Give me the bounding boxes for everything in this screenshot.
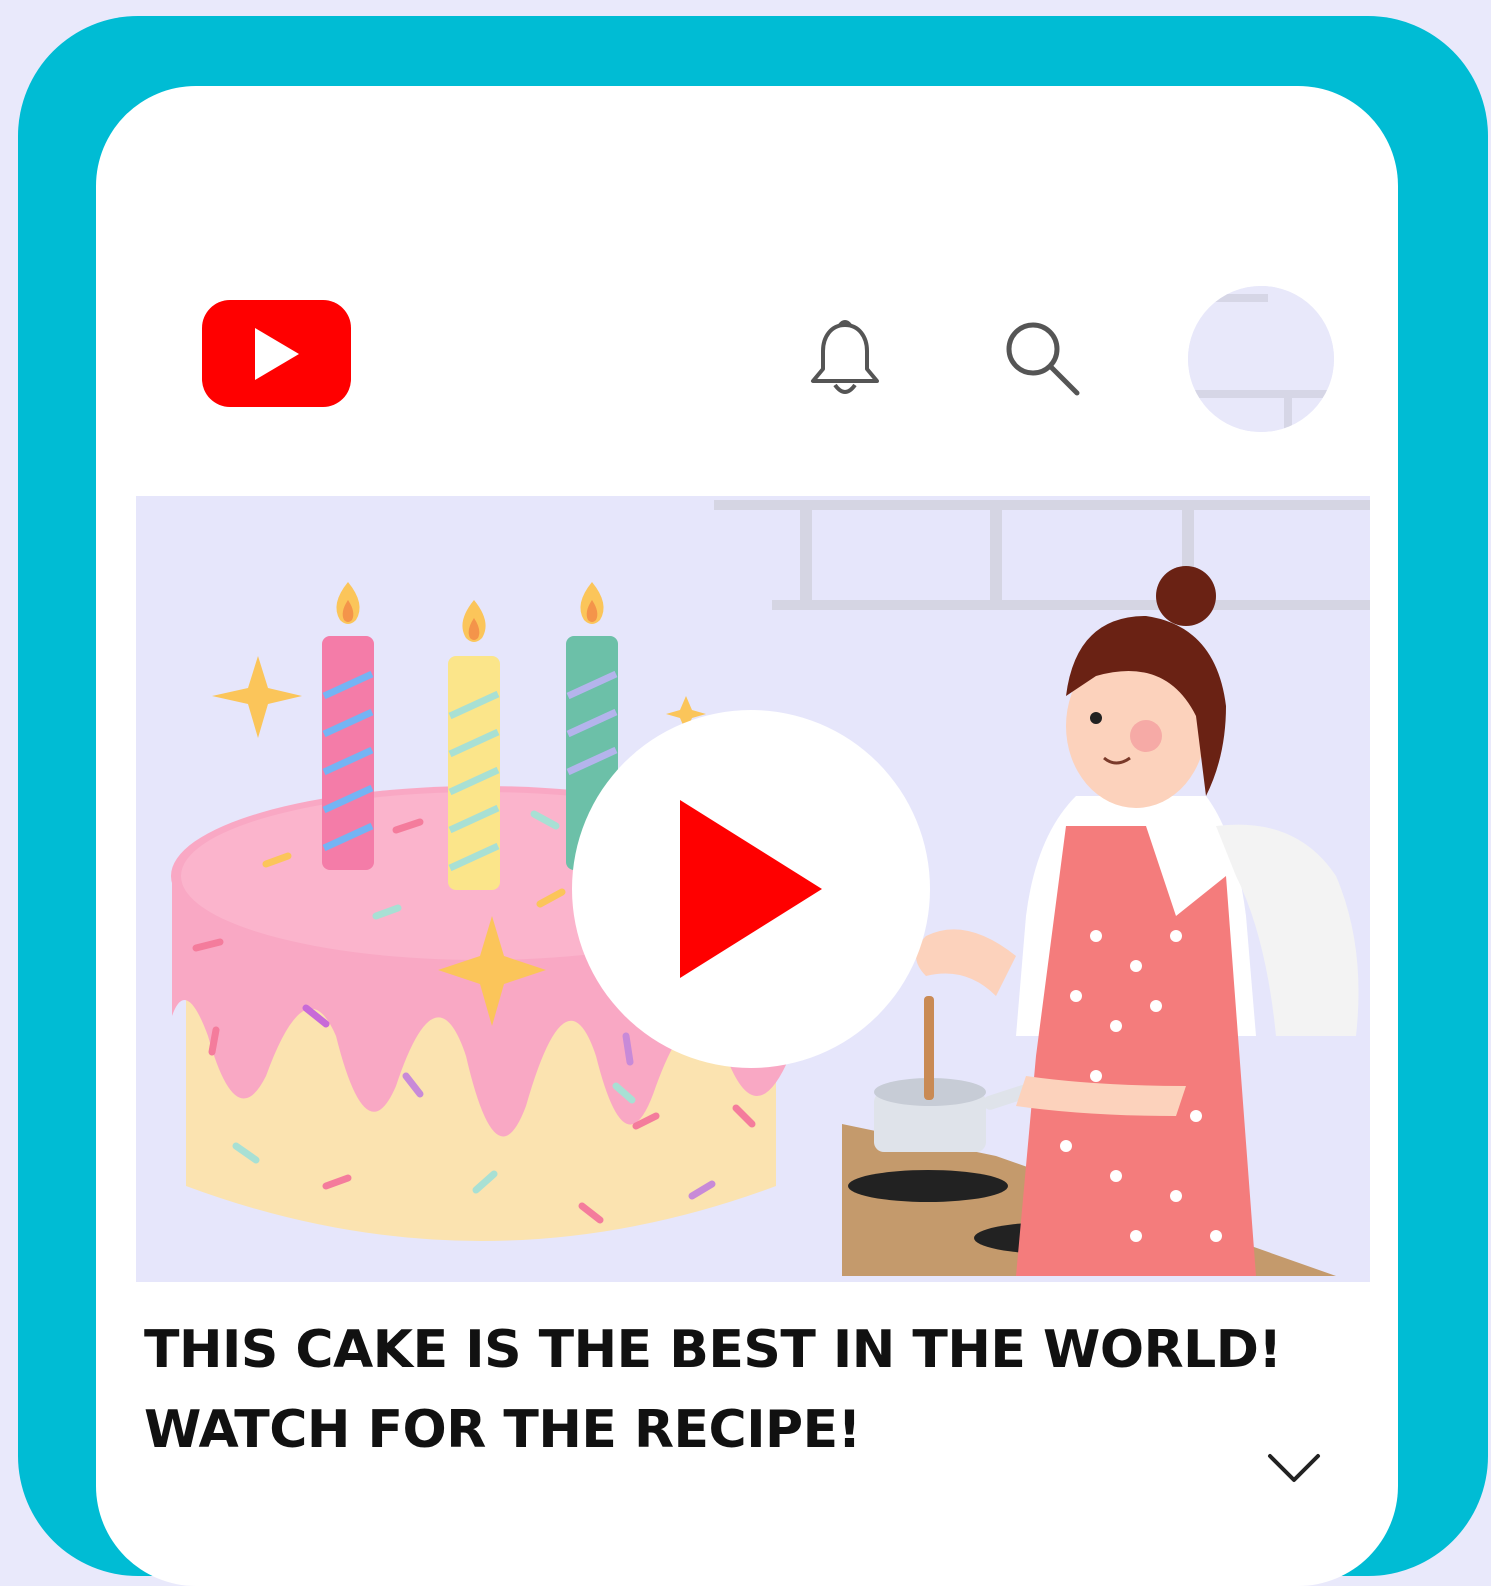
avatar[interactable] — [1188, 286, 1334, 432]
play-video-button[interactable] — [572, 710, 930, 1068]
search-button[interactable] — [998, 314, 1088, 404]
video-title-line-2: WATCH FOR THE RECIPE! — [144, 1400, 861, 1460]
chevron-down-icon[interactable] — [1266, 1448, 1322, 1486]
video-title-line-1: THIS CAKE IS THE BEST IN THE WORLD! — [144, 1320, 1282, 1380]
play-button-icon — [254, 327, 299, 380]
search-icon — [1006, 322, 1080, 396]
video-title[interactable]: THIS CAKE IS THE BEST IN THE WORLD! WATC… — [144, 1310, 1294, 1470]
phone-screen: THIS CAKE IS THE BEST IN THE WORLD! WATC… — [96, 86, 1398, 1586]
play-icon — [680, 800, 822, 978]
avatar-image — [1188, 286, 1334, 432]
notifications-button[interactable] — [802, 314, 888, 404]
youtube-logo[interactable] — [202, 300, 351, 407]
video-thumbnail[interactable] — [136, 496, 1370, 1282]
bell-icon — [811, 320, 879, 394]
